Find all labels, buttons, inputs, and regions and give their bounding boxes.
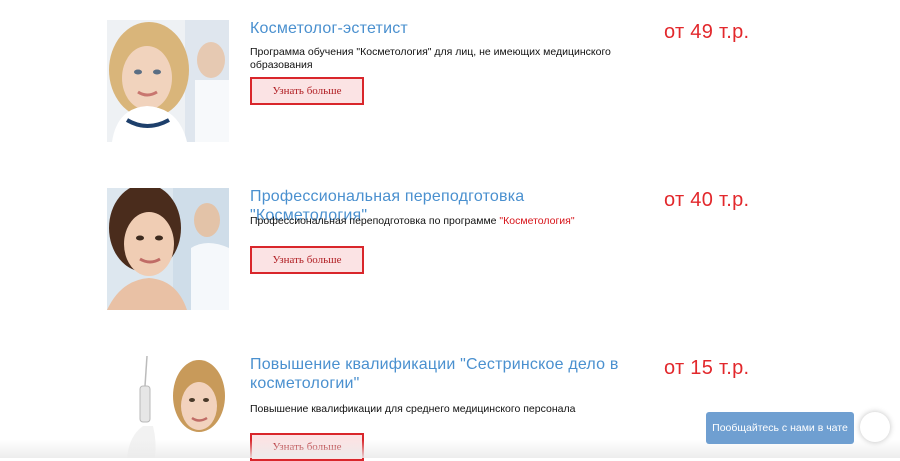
course-price: от 15 т.р.	[664, 357, 750, 379]
learn-more-button[interactable]: Узнать больше	[250, 246, 364, 274]
course-title[interactable]: Повышение квалификации "Сестринское дело…	[250, 355, 630, 393]
description-text: Профессиональная переподготовка по прогр…	[250, 215, 500, 227]
course-description: Программа обучения "Косметология" для ли…	[250, 46, 670, 72]
chat-button[interactable]: Пообщайтесь с нами в чате	[706, 412, 854, 444]
learn-more-button[interactable]: Узнать больше	[250, 77, 364, 105]
course-price: от 40 т.р.	[664, 189, 750, 211]
description-text: Программа обучения "Косметология" для ли…	[250, 46, 611, 71]
description-highlight: "Косметология"	[499, 215, 575, 227]
course-title[interactable]: Косметолог-эстетист	[250, 19, 630, 38]
course-description: Профессиональная переподготовка по прогр…	[250, 215, 670, 228]
description-text: Повышение квалификации для среднего меди…	[250, 403, 576, 415]
course-photo	[107, 356, 229, 458]
course-photo	[107, 20, 229, 142]
course-price: от 49 т.р.	[664, 21, 750, 43]
course-photo	[107, 188, 229, 310]
chat-toggle-icon[interactable]	[860, 412, 890, 442]
course-description: Повышение квалификации для среднего меди…	[250, 403, 670, 416]
learn-more-button[interactable]: Узнать больше	[250, 433, 364, 461]
